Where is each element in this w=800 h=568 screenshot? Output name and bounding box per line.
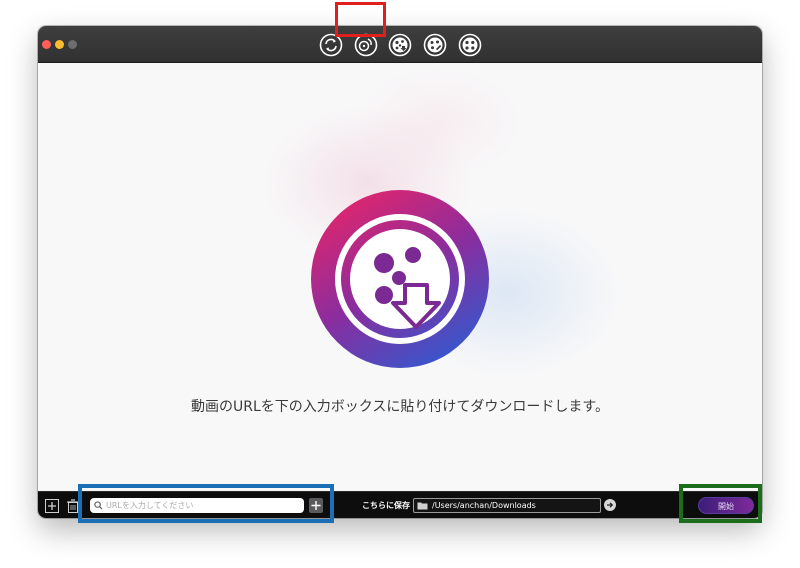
highlight-box-blue: [78, 484, 334, 523]
arrow-right-icon: [607, 502, 614, 508]
save-path-field[interactable]: /Users/anchan/Downloads: [413, 498, 601, 513]
open-folder-button[interactable]: [604, 499, 616, 511]
close-window-button[interactable]: [42, 40, 51, 49]
highlight-box-green: [679, 484, 762, 523]
tool-video-download[interactable]: [388, 33, 412, 57]
video-record-icon: [458, 33, 482, 57]
tool-video-record[interactable]: [458, 33, 482, 57]
zoom-window-button[interactable]: [68, 40, 77, 49]
video-edit-icon: [423, 33, 447, 57]
video-download-icon: [388, 33, 412, 57]
save-path-text: /Users/anchan/Downloads: [432, 501, 536, 510]
folder-icon: [417, 502, 428, 510]
instruction-text: 動画のURLを下の入力ボックスに貼り付けてダウンロードします。: [191, 399, 609, 415]
tool-video-edit[interactable]: [423, 33, 447, 57]
add-icon[interactable]: [45, 499, 59, 513]
highlight-box-red: [335, 2, 386, 37]
title-bar: [38, 26, 762, 63]
app-window: 動画のURLを下の入力ボックスに貼り付けてダウンロードします。 こちらに保存: [38, 26, 762, 518]
video-download-logo-icon: [311, 190, 489, 368]
minimize-window-button[interactable]: [55, 40, 64, 49]
main-content: 動画のURLを下の入力ボックスに貼り付けてダウンロードします。: [38, 63, 762, 491]
save-location-label: こちらに保存: [362, 501, 410, 510]
